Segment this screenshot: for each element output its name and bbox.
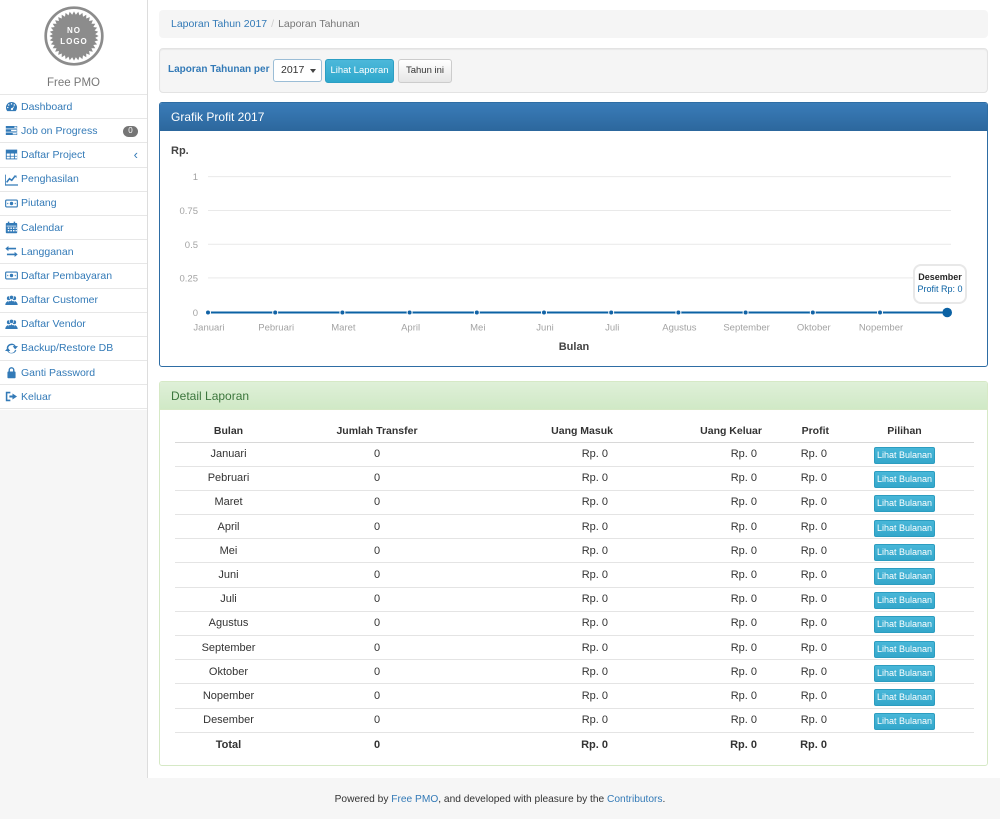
svg-text:Juni: Juni xyxy=(536,323,553,334)
svg-text:Juli: Juli xyxy=(605,323,619,334)
svg-text:Januari: Januari xyxy=(193,323,224,334)
svg-text:Maret: Maret xyxy=(331,323,356,334)
svg-text:Nopember: Nopember xyxy=(859,323,903,334)
svg-text:0.25: 0.25 xyxy=(180,273,199,284)
svg-text:0.5: 0.5 xyxy=(185,240,198,251)
svg-text:Mei: Mei xyxy=(470,323,485,334)
svg-text:Oktober: Oktober xyxy=(797,323,831,334)
svg-text:September: September xyxy=(723,323,769,334)
svg-text:NO: NO xyxy=(67,26,81,35)
svg-text:Rp.: Rp. xyxy=(171,145,189,157)
svg-text:Bulan: Bulan xyxy=(559,341,590,353)
svg-text:0.75: 0.75 xyxy=(180,206,199,217)
svg-text:LOGO: LOGO xyxy=(60,37,88,46)
svg-text:0: 0 xyxy=(193,308,198,319)
svg-text:April: April xyxy=(401,323,420,334)
svg-text:1: 1 xyxy=(193,172,198,183)
svg-text:Pebruari: Pebruari xyxy=(258,323,294,334)
svg-text:Agustus: Agustus xyxy=(662,323,697,334)
